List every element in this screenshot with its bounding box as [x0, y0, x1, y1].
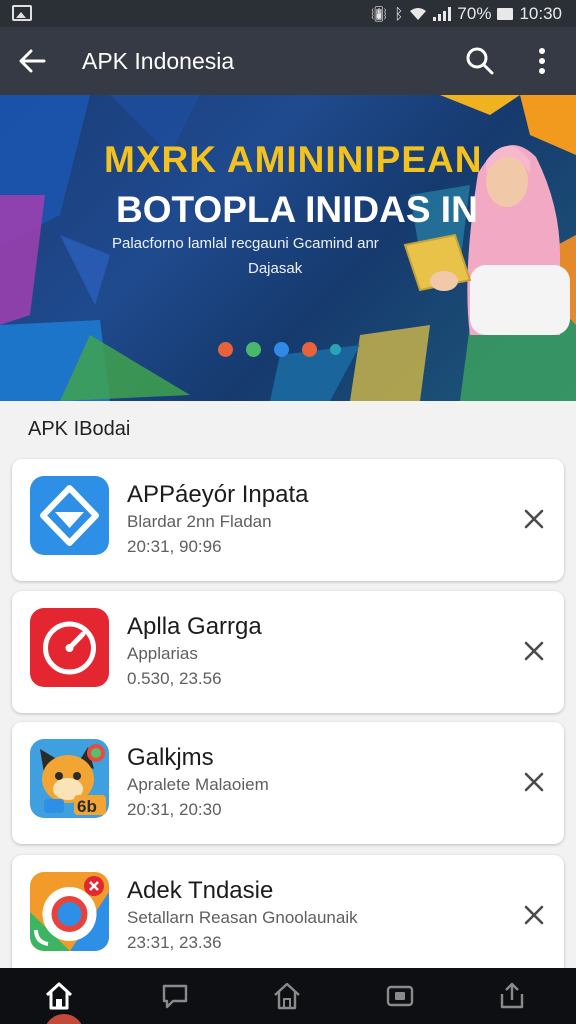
banner-headline-line2: BOTOPLA INIDAS IN — [116, 189, 478, 230]
chat-icon[interactable] — [159, 980, 191, 1012]
gallery-icon — [12, 5, 32, 21]
status-time: 10:30 — [519, 4, 562, 23]
banner-subtitle-line1: Palacforno lamlal recgauni Gcamind anr — [112, 235, 379, 252]
share-icon[interactable] — [496, 980, 528, 1012]
app-meta: 0.530, 23.56 — [127, 669, 222, 688]
app-card[interactable]: Aplla Garrga Applarias 0.530, 23.56 — [12, 591, 564, 713]
blue-shield-app-icon — [30, 476, 109, 555]
app-name: Aplla Garrga — [127, 613, 262, 640]
app-card[interactable]: Adek Tndasie Setallarn Reasan Gnoolaunai… — [12, 855, 564, 977]
red-timer-app-icon — [30, 608, 109, 687]
wifi-icon — [410, 8, 427, 20]
app-card[interactable]: APPáeyór Inpata Blardar 2nn Fladan 20:31… — [12, 459, 564, 581]
search-icon[interactable] — [464, 45, 496, 77]
app-subtitle: Apralete Malaoiem — [127, 775, 269, 794]
app-meta: 23:31, 23.36 — [127, 933, 222, 952]
close-icon[interactable] — [520, 901, 548, 929]
battery-percentage: 70% — [457, 4, 492, 23]
app-name: Adek Tndasie — [127, 877, 274, 904]
more-vert-icon[interactable] — [530, 45, 554, 77]
chrome-like-app-icon — [30, 872, 109, 951]
app-subtitle: Applarias — [127, 644, 198, 663]
close-icon[interactable] — [520, 505, 548, 533]
bottom-navigation — [0, 968, 576, 1024]
carousel-dot[interactable] — [302, 342, 317, 357]
house-icon[interactable] — [271, 980, 303, 1012]
banner-subtitle-line2: Dajasak — [248, 260, 303, 277]
close-icon[interactable] — [520, 637, 548, 665]
carousel-indicator[interactable] — [218, 342, 341, 357]
app-card[interactable]: 6b Galkjms Apralete Malaoiem 20:31, 20:3… — [12, 722, 564, 844]
app-bar: APK Indonesia — [0, 27, 576, 95]
app-subtitle: Setallarn Reasan Gnoolaunaik — [127, 908, 358, 927]
carousel-dot[interactable] — [218, 342, 233, 357]
banner-headline-line1: MXRK AMININIPEAN — [104, 139, 483, 180]
section-title: APK IBodai — [28, 418, 131, 440]
app-meta: 20:31, 90:96 — [127, 537, 222, 556]
vibrate-icon: 📳︎ — [369, 6, 389, 23]
home-icon[interactable] — [43, 980, 75, 1012]
cartoon-fox-game-icon: 6b — [30, 739, 109, 818]
tv-icon[interactable] — [384, 980, 416, 1012]
promo-banner[interactable]: MXRK AMININIPEAN BOTOPLA INIDAS IN Palac… — [0, 95, 576, 401]
bluetooth-icon: ᛒ — [394, 5, 404, 23]
app-name: APPáeyór Inpata — [127, 481, 309, 508]
battery-icon — [497, 8, 514, 20]
svg-text:6b: 6b — [77, 797, 97, 816]
carousel-dot[interactable] — [274, 342, 289, 357]
app-bar-title: APK Indonesia — [82, 48, 235, 74]
signal-icon — [433, 7, 452, 21]
app-name: Galkjms — [127, 744, 214, 771]
carousel-dot[interactable] — [246, 342, 261, 357]
status-bar: 📳︎ ᛒ 70% 10:30 — [0, 0, 576, 27]
app-subtitle: Blardar 2nn Fladan — [127, 512, 272, 531]
back-arrow-icon[interactable] — [16, 45, 48, 77]
close-icon[interactable] — [520, 768, 548, 796]
carousel-dot[interactable] — [330, 344, 341, 355]
app-meta: 20:31, 20:30 — [127, 800, 222, 819]
status-indicators: 📳︎ ᛒ 70% 10:30 — [369, 3, 562, 25]
